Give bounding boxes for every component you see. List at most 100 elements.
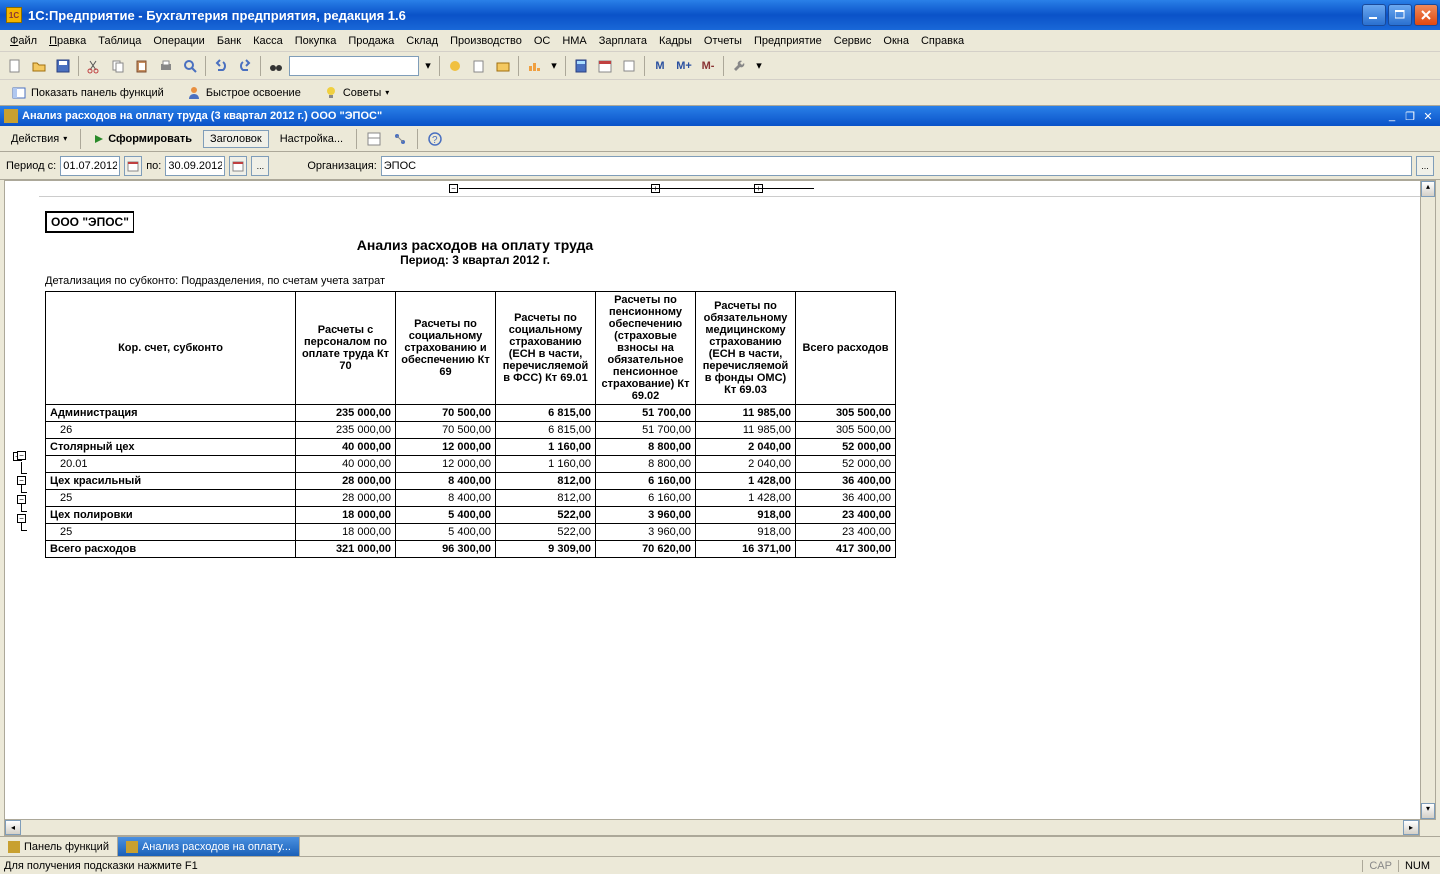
tool-btn-1[interactable]	[444, 55, 466, 77]
col-header: Расчеты по обязательному медицинскому ст…	[696, 292, 796, 405]
dropdown-button[interactable]: ▾	[421, 55, 435, 77]
tab-function-panel[interactable]: Панель функций	[0, 837, 118, 856]
row-toggle[interactable]: −	[17, 495, 26, 504]
menu-salary[interactable]: Зарплата	[593, 33, 653, 49]
print-icon	[158, 58, 174, 74]
tool-icon-2[interactable]	[389, 128, 411, 150]
search-input[interactable]	[289, 56, 419, 76]
menu-sale[interactable]: Продажа	[342, 33, 400, 49]
table-row[interactable]: 26235 000,0070 500,006 815,0051 700,0011…	[46, 422, 896, 439]
organization-input[interactable]	[381, 156, 1412, 176]
scroll-right-button[interactable]: ▸	[1403, 820, 1419, 835]
row-toggle[interactable]: −	[17, 451, 26, 460]
quick-learn-button[interactable]: Быстрое освоение	[179, 82, 308, 104]
binoculars-button[interactable]	[265, 55, 287, 77]
panel-tab-icon	[8, 841, 20, 853]
menu-help[interactable]: Справка	[915, 33, 970, 49]
header-toggle-button[interactable]: Заголовок	[203, 130, 269, 148]
cell-value: 3 960,00	[596, 524, 696, 541]
horizontal-scrollbar[interactable]: ◂ ▸	[4, 820, 1420, 836]
new-button[interactable]	[4, 55, 26, 77]
menu-operations[interactable]: Операции	[147, 33, 210, 49]
period-from-input[interactable]	[60, 156, 120, 176]
menu-edit[interactable]: Правка	[43, 33, 92, 49]
show-function-panel-button[interactable]: Показать панель функций	[4, 82, 171, 104]
tips-button[interactable]: Советы ▾	[316, 82, 397, 104]
tool-icon-1[interactable]	[363, 128, 385, 150]
memory-minus-button[interactable]: M-	[697, 55, 719, 77]
tool-dropdown[interactable]: ▾	[752, 55, 766, 77]
row-toggle[interactable]: −	[17, 476, 26, 485]
menu-purchase[interactable]: Покупка	[289, 33, 343, 49]
table-row[interactable]: 2528 000,008 400,00812,006 160,001 428,0…	[46, 490, 896, 507]
scroll-left-button[interactable]: ◂	[5, 820, 21, 835]
period-to-input[interactable]	[165, 156, 225, 176]
scroll-down-button[interactable]: ▾	[1421, 803, 1435, 819]
generate-button[interactable]: Сформировать	[87, 130, 199, 148]
copy-button[interactable]	[107, 55, 129, 77]
cell-value: 6 160,00	[596, 490, 696, 507]
calendar-from-button[interactable]	[124, 156, 142, 176]
expand-toggle-1[interactable]: +	[651, 184, 660, 193]
expand-toggle-2[interactable]: +	[754, 184, 763, 193]
doc-restore-button[interactable]: ❐	[1402, 109, 1418, 123]
doc-minimize-button[interactable]: _	[1384, 109, 1400, 123]
paste-button[interactable]	[131, 55, 153, 77]
actions-button[interactable]: Действия ▾	[4, 130, 74, 148]
minimize-button[interactable]	[1362, 4, 1386, 26]
menu-production[interactable]: Производство	[444, 33, 528, 49]
table-row[interactable]: Всего расходов321 000,0096 300,009 309,0…	[46, 541, 896, 558]
col-header: Расчеты по пенсионному обеспечению (стра…	[596, 292, 696, 405]
calendar-button[interactable]	[594, 55, 616, 77]
menu-os[interactable]: ОС	[528, 33, 557, 49]
menu-reports[interactable]: Отчеты	[698, 33, 748, 49]
period-select-button[interactable]: ...	[251, 156, 269, 176]
undo-button[interactable]	[210, 55, 232, 77]
chart-dropdown[interactable]: ▾	[547, 55, 561, 77]
table-row[interactable]: Столярный цех40 000,0012 000,001 160,008…	[46, 439, 896, 456]
settings-button[interactable]: Настройка...	[273, 130, 350, 148]
tab-report[interactable]: Анализ расходов на оплату...	[118, 837, 300, 856]
menu-nma[interactable]: НМА	[556, 33, 592, 49]
table-row[interactable]: Цех красильный28 000,008 400,00812,006 1…	[46, 473, 896, 490]
search-button[interactable]	[179, 55, 201, 77]
vertical-scrollbar[interactable]: ▴ ▾	[1420, 180, 1436, 820]
tool-btn-3[interactable]	[492, 55, 514, 77]
print-button[interactable]	[155, 55, 177, 77]
table-row[interactable]: 2518 000,005 400,00522,003 960,00918,002…	[46, 524, 896, 541]
help-button[interactable]: ?	[424, 128, 446, 150]
doc-close-button[interactable]: ✕	[1420, 109, 1436, 123]
menu-service[interactable]: Сервис	[828, 33, 878, 49]
memory-button[interactable]: M	[649, 55, 671, 77]
menu-hr[interactable]: Кадры	[653, 33, 698, 49]
close-button[interactable]	[1414, 4, 1438, 26]
tool-btn-4[interactable]	[523, 55, 545, 77]
calc-button[interactable]	[570, 55, 592, 77]
menu-file[interactable]: Файл	[4, 33, 43, 49]
col-header: Кор. счет, субконто	[46, 292, 296, 405]
menu-windows[interactable]: Окна	[877, 33, 915, 49]
menu-cash[interactable]: Касса	[247, 33, 289, 49]
table-row[interactable]: 20.0140 000,0012 000,001 160,008 800,002…	[46, 456, 896, 473]
calendar-to-button[interactable]	[229, 156, 247, 176]
tool-btn-6[interactable]	[728, 55, 750, 77]
row-toggle[interactable]: −	[17, 514, 26, 523]
save-button[interactable]	[52, 55, 74, 77]
cut-button[interactable]	[83, 55, 105, 77]
menu-enterprise[interactable]: Предприятие	[748, 33, 828, 49]
memory-plus-button[interactable]: M+	[673, 55, 695, 77]
lightbulb-icon	[323, 85, 339, 101]
menu-table[interactable]: Таблица	[92, 33, 147, 49]
menu-bank[interactable]: Банк	[211, 33, 247, 49]
scroll-up-button[interactable]: ▴	[1421, 181, 1435, 197]
table-row[interactable]: Цех полировки18 000,005 400,00522,003 96…	[46, 507, 896, 524]
maximize-button[interactable]	[1388, 4, 1412, 26]
tool-btn-5[interactable]	[618, 55, 640, 77]
collapse-toggle-1[interactable]: −	[449, 184, 458, 193]
menu-warehouse[interactable]: Склад	[400, 33, 444, 49]
table-row[interactable]: Администрация235 000,0070 500,006 815,00…	[46, 405, 896, 422]
tool-btn-2[interactable]	[468, 55, 490, 77]
org-select-button[interactable]: ...	[1416, 156, 1434, 176]
redo-button[interactable]	[234, 55, 256, 77]
open-button[interactable]	[28, 55, 50, 77]
